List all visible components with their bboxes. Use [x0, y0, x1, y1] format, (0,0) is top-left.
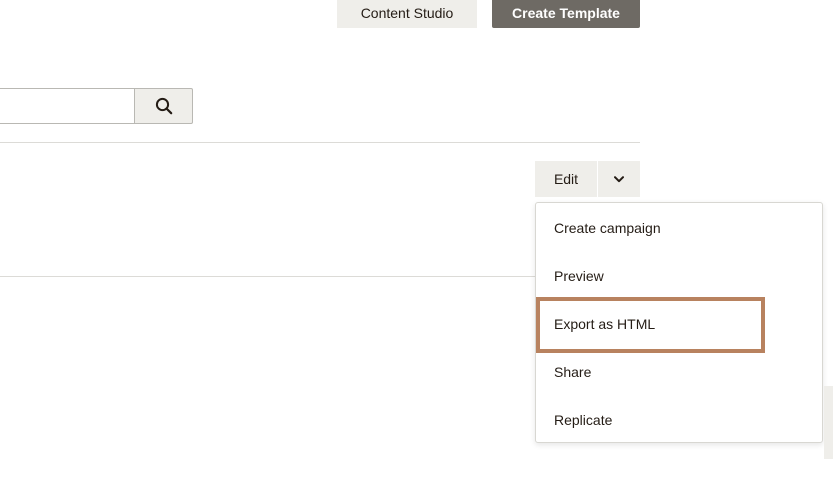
menu-item-create-campaign[interactable]: Create campaign — [536, 204, 822, 252]
menu-item-export-html[interactable]: Export as HTML — [536, 300, 822, 348]
edit-button[interactable]: Edit — [535, 161, 597, 197]
menu-item-replicate[interactable]: Replicate — [536, 396, 822, 444]
content-studio-button[interactable]: Content Studio — [337, 0, 477, 28]
chevron-down-icon — [614, 175, 624, 182]
partial-panel-edge — [824, 386, 833, 459]
menu-item-preview[interactable]: Preview — [536, 252, 822, 300]
search-button[interactable] — [134, 88, 193, 124]
edit-options-toggle[interactable] — [598, 161, 640, 197]
search-input[interactable] — [0, 88, 136, 124]
edit-dropdown-menu: Create campaign Preview Export as HTML S… — [535, 202, 823, 443]
create-template-button[interactable]: Create Template — [492, 0, 640, 28]
search-icon — [155, 97, 172, 115]
menu-item-share[interactable]: Share — [536, 348, 822, 396]
divider-top — [0, 142, 640, 143]
